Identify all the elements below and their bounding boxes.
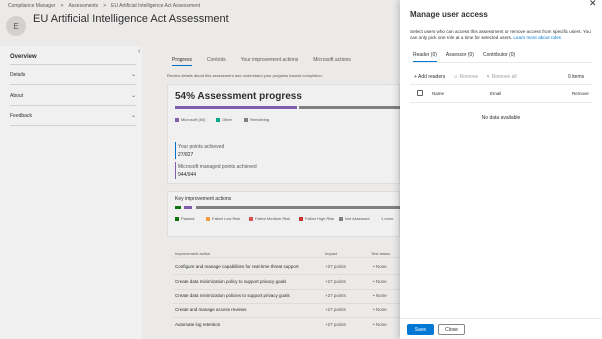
close-icon[interactable]: ✕: [589, 0, 597, 9]
col-email[interactable]: Email: [490, 91, 501, 96]
add-icon: +: [414, 74, 417, 80]
remove-all-label: Remove all: [491, 74, 517, 80]
divider: [410, 84, 592, 85]
modal-overlay[interactable]: [0, 0, 400, 339]
remove-button[interactable]: ☺ Remove: [453, 74, 478, 80]
panel-description: Select users who can access this assessm…: [410, 29, 596, 41]
close-button[interactable]: Close: [438, 324, 465, 335]
empty-state: No data available: [481, 115, 521, 121]
item-count: 0 items: [568, 74, 585, 80]
divider: [410, 62, 592, 63]
remove-all-button[interactable]: ✕ Remove all: [486, 74, 517, 80]
divider: [410, 102, 592, 103]
add-readers-button[interactable]: + Add readers: [414, 74, 445, 80]
select-all-checkbox[interactable]: [417, 90, 423, 96]
tab-assessor[interactable]: Assessor (0): [446, 52, 474, 58]
tab-reader[interactable]: Reader (0): [413, 52, 437, 62]
learn-more-link[interactable]: Learn more about roles: [513, 35, 561, 40]
col-name[interactable]: Name: [432, 91, 444, 96]
col-remove: Remove: [572, 91, 589, 96]
panel-title: Manage user access: [410, 10, 488, 19]
tab-contributor[interactable]: Contributor (0): [483, 52, 515, 58]
divider: [400, 318, 602, 319]
panel-description-text: Select users who can access this assessm…: [410, 29, 591, 40]
remove-label: Remove: [459, 74, 479, 80]
remove-user-icon: ☺: [453, 74, 459, 80]
close-icon: ✕: [486, 74, 491, 80]
save-button[interactable]: Save: [407, 324, 434, 335]
panel-tabs: Reader (0) Assessor (0) Contributor (0): [413, 52, 524, 62]
add-readers-label: Add readers: [418, 74, 446, 80]
manage-user-access-panel: ✕ Manage user access Select users who ca…: [400, 0, 602, 339]
